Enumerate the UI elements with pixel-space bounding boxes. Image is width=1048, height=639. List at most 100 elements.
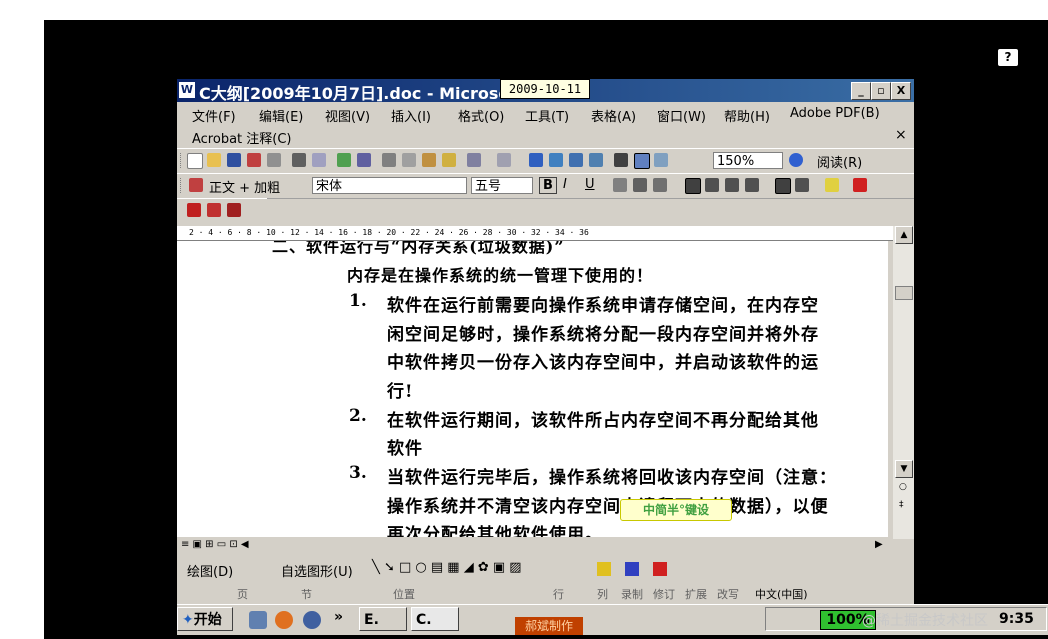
indent-icon[interactable] xyxy=(795,178,809,192)
ruler[interactable]: 2 · 4 · 6 · 8 · 10 · 12 · 14 · 16 · 18 ·… xyxy=(177,226,902,241)
menu-window[interactable]: 窗口(W) xyxy=(657,106,706,125)
status-ovr[interactable]: 改写 xyxy=(717,586,739,602)
align-center-icon[interactable] xyxy=(705,178,719,192)
help-circle-icon[interactable] xyxy=(789,153,803,167)
menu-acrobat-comments[interactable]: Acrobat 注释(C) xyxy=(192,128,292,147)
bold-button[interactable]: B xyxy=(539,177,557,194)
task-explorer[interactable]: E. xyxy=(359,607,407,631)
minimize-button[interactable]: _ xyxy=(851,82,871,100)
cut-icon[interactable] xyxy=(382,153,396,167)
help-icon[interactable]: ? xyxy=(998,49,1018,66)
start-button[interactable]: ✦开始 xyxy=(177,607,233,631)
toolbar-grip[interactable] xyxy=(180,178,184,193)
menu-format[interactable]: 格式(O) xyxy=(458,106,504,125)
ime-status-popup[interactable]: 中简半°键设 xyxy=(620,499,732,521)
quicklaunch-media-icon[interactable] xyxy=(303,611,321,629)
document-page[interactable]: 二、软件运行与“内存关系(垃圾数据)” 内存是在操作系统的统一管理下使用的！ 1… xyxy=(177,241,888,538)
line-color-icon[interactable] xyxy=(625,562,639,576)
status-ext[interactable]: 扩展 xyxy=(685,586,707,602)
zoom-select[interactable]: 150% xyxy=(713,152,783,169)
toolbar-grip[interactable] xyxy=(180,153,184,168)
undo-icon[interactable] xyxy=(467,153,481,167)
paste-icon[interactable] xyxy=(422,153,436,167)
autoshape-menu[interactable]: 自选图形(U) xyxy=(281,561,353,580)
view-buttons-icon[interactable]: ≡ ▣ ⊞ ▭ ⊡ ◀ xyxy=(181,539,249,550)
item-number: 1. xyxy=(349,291,367,311)
quicklaunch-more-icon[interactable]: » xyxy=(334,609,343,625)
align-right-icon[interactable] xyxy=(725,178,739,192)
menu-file[interactable]: 文件(F) xyxy=(192,106,236,125)
new-icon[interactable] xyxy=(187,153,203,169)
read-button[interactable]: 阅读(R) xyxy=(817,152,862,171)
align-left-icon[interactable] xyxy=(685,178,701,194)
font-select[interactable]: 宋体 xyxy=(312,177,467,194)
draw-shape-icons[interactable]: ╲ ➘ □ ○ ▤ ▦ ◢ ✿ ▣ ▨ xyxy=(372,560,522,575)
justify-icon[interactable] xyxy=(745,178,759,192)
pdf-review-icon[interactable] xyxy=(227,203,241,217)
status-line: 行 xyxy=(553,588,564,601)
clock[interactable]: 9:35 xyxy=(999,611,1034,627)
item-line: 中软件拷贝一份存入该内存空间中，并启动该软件的运 xyxy=(387,353,819,373)
research-icon[interactable] xyxy=(357,153,371,167)
insert-table-icon[interactable] xyxy=(569,153,583,167)
menu-insert[interactable]: 插入(I) xyxy=(391,106,431,125)
font-color-icon[interactable] xyxy=(853,178,867,192)
menu-help[interactable]: 帮助(H) xyxy=(724,106,770,125)
char-shading-icon[interactable] xyxy=(633,178,647,192)
redo-icon[interactable] xyxy=(497,153,511,167)
status-rec[interactable]: 录制 xyxy=(621,586,643,602)
maximize-button[interactable]: ▫ xyxy=(871,82,891,100)
numbering-icon[interactable] xyxy=(775,178,791,194)
scroll-right-icon[interactable]: ▶ xyxy=(875,539,883,550)
drawing-icon[interactable] xyxy=(634,153,650,169)
menu-adobe-pdf[interactable]: Adobe PDF(B) xyxy=(790,106,880,121)
save-icon[interactable] xyxy=(227,153,241,167)
horizontal-scrollbar[interactable]: ≡ ▣ ⊞ ▭ ⊡ ◀ ▶ xyxy=(177,537,893,555)
copy-icon[interactable] xyxy=(402,153,416,167)
italic-button[interactable]: I xyxy=(563,177,567,192)
start-label: 开始 xyxy=(193,612,222,628)
select-browse-object-icon[interactable]: ○ xyxy=(899,482,907,492)
highlight-icon[interactable] xyxy=(825,178,839,192)
status-trk[interactable]: 修订 xyxy=(653,586,675,602)
format-painter-icon[interactable] xyxy=(442,153,456,167)
menu-view[interactable]: 视图(V) xyxy=(325,106,370,125)
pdf-email-icon[interactable] xyxy=(207,203,221,217)
permission-icon[interactable] xyxy=(247,153,261,167)
quicklaunch-desktop-icon[interactable] xyxy=(249,611,267,629)
size-select[interactable]: 五号 xyxy=(471,177,533,194)
char-scale-icon[interactable] xyxy=(653,178,667,192)
hyperlink-icon[interactable] xyxy=(529,153,543,167)
scroll-up-icon[interactable]: ▲ xyxy=(895,226,913,244)
fill-color-icon[interactable] xyxy=(597,562,611,576)
email-icon[interactable] xyxy=(267,153,281,167)
print-preview-icon[interactable] xyxy=(312,153,326,167)
underline-button[interactable]: U xyxy=(585,177,595,192)
insert-excel-icon[interactable] xyxy=(589,153,603,167)
word-window: W C大纲[2009年10月7日].doc - Microsoft Word _… xyxy=(177,79,914,605)
quicklaunch-firefox-icon[interactable] xyxy=(275,611,293,629)
menu-edit[interactable]: 编辑(E) xyxy=(259,106,303,125)
close-button[interactable]: X xyxy=(891,82,911,100)
spelling-icon[interactable] xyxy=(337,153,351,167)
style-select[interactable]: 正文 + 加粗 xyxy=(209,177,280,196)
open-icon[interactable] xyxy=(207,153,221,167)
menu-close-icon[interactable]: × xyxy=(895,127,907,143)
document-map-icon[interactable] xyxy=(654,153,668,167)
draw-font-color-icon[interactable] xyxy=(653,562,667,576)
tables-borders-icon[interactable] xyxy=(549,153,563,167)
scroll-thumb[interactable] xyxy=(895,286,913,300)
styles-icon[interactable] xyxy=(189,178,203,192)
vertical-scrollbar[interactable]: ▲ ▼ ○ ‡ xyxy=(893,226,914,539)
menu-tools[interactable]: 工具(T) xyxy=(525,106,569,125)
draw-menu[interactable]: 绘图(D) xyxy=(187,561,233,580)
word-doc-icon[interactable]: W xyxy=(179,82,195,98)
scroll-down-icon[interactable]: ▼ xyxy=(895,460,913,478)
print-icon[interactable] xyxy=(292,153,306,167)
columns-icon[interactable] xyxy=(614,153,628,167)
next-page-icon[interactable]: ‡ xyxy=(899,500,904,510)
pdf-convert-icon[interactable] xyxy=(187,203,201,217)
menu-table[interactable]: 表格(A) xyxy=(591,106,636,125)
task-word[interactable]: C. xyxy=(411,607,459,631)
char-border-icon[interactable] xyxy=(613,178,627,192)
